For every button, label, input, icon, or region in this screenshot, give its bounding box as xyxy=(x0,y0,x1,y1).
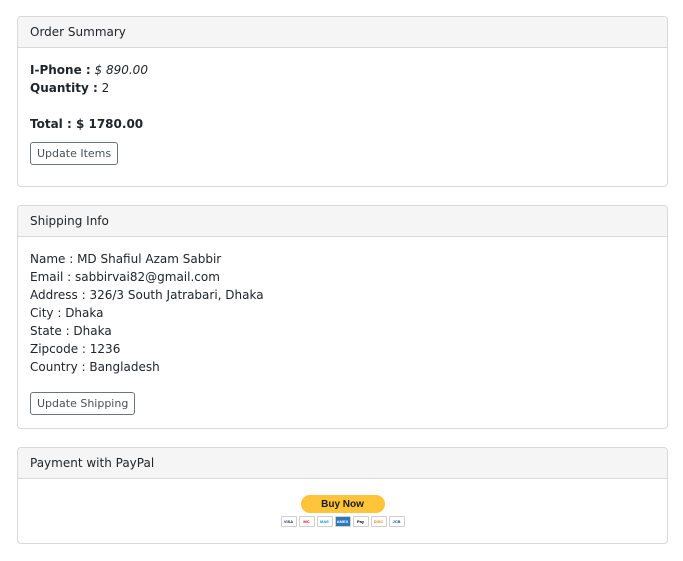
shipping-info-body: Name : MD Shafiul Azam Sabbir Email : sa… xyxy=(18,237,667,427)
applepay-icon: Pay xyxy=(352,516,369,527)
shipping-zipcode: Zipcode : 1236 xyxy=(30,342,121,356)
product-line: I-Phone : $ 890.00 xyxy=(30,61,655,79)
mastercard-icon: MC xyxy=(298,516,315,527)
product-price: $ 890.00 xyxy=(94,63,148,77)
payment-header: Payment with PayPal xyxy=(18,448,667,479)
amex-icon: AMEX xyxy=(334,516,351,527)
shipping-name: Name : MD Shafiul Azam Sabbir xyxy=(30,252,222,266)
order-summary-header: Order Summary xyxy=(18,17,667,48)
order-summary-body: I-Phone : $ 890.00 Quantity : 2 Total : … xyxy=(18,48,667,177)
card-logos: VISA MC MAE AMEX Pay DISC JCB xyxy=(280,516,405,527)
shipping-country: Country : Bangladesh xyxy=(30,360,160,374)
payment-card: Payment with PayPal Buy Now VISA MC MAE AME… xyxy=(17,447,668,544)
shipping-email: Email : sabbirvai82@gmail.com xyxy=(30,270,220,284)
shipping-state: State : Dhaka xyxy=(30,324,112,338)
quantity-label: Quantity : xyxy=(30,81,98,95)
paypal-container: Buy Now VISA MC MAE AMEX Pay DISC JCB xyxy=(18,479,667,543)
order-summary-card: Order Summary I-Phone : $ 890.00 Quantit… xyxy=(17,16,668,187)
order-summary-title: Order Summary xyxy=(30,25,126,39)
quantity-value: 2 xyxy=(101,81,110,95)
shipping-info-title: Shipping Info xyxy=(30,214,109,228)
discover-icon: DISC xyxy=(370,516,387,527)
shipping-info-header: Shipping Info xyxy=(18,206,667,237)
total-label: Total : xyxy=(30,117,72,131)
shipping-address: Address : 326/3 South Jatrabari, Dhaka xyxy=(30,288,264,302)
paypal-buy-now-button[interactable]: Buy Now xyxy=(300,495,385,513)
shipping-city: City : Dhaka xyxy=(30,306,104,320)
payment-title: Payment with PayPal xyxy=(30,456,155,470)
update-items-button[interactable]: Update Items xyxy=(30,142,119,165)
jcb-icon: JCB xyxy=(388,516,405,527)
maestro-icon: MAE xyxy=(316,516,333,527)
product-label: I-Phone : xyxy=(30,63,91,77)
quantity-line: Quantity : 2 xyxy=(30,79,655,97)
total-line: Total : $ 1780.00 xyxy=(30,115,655,133)
update-shipping-button[interactable]: Update Shipping xyxy=(30,392,136,415)
shipping-info-card: Shipping Info Name : MD Shafiul Azam Sab… xyxy=(17,205,668,429)
total-value: $ 1780.00 xyxy=(75,117,144,131)
visa-icon: VISA xyxy=(280,516,297,527)
